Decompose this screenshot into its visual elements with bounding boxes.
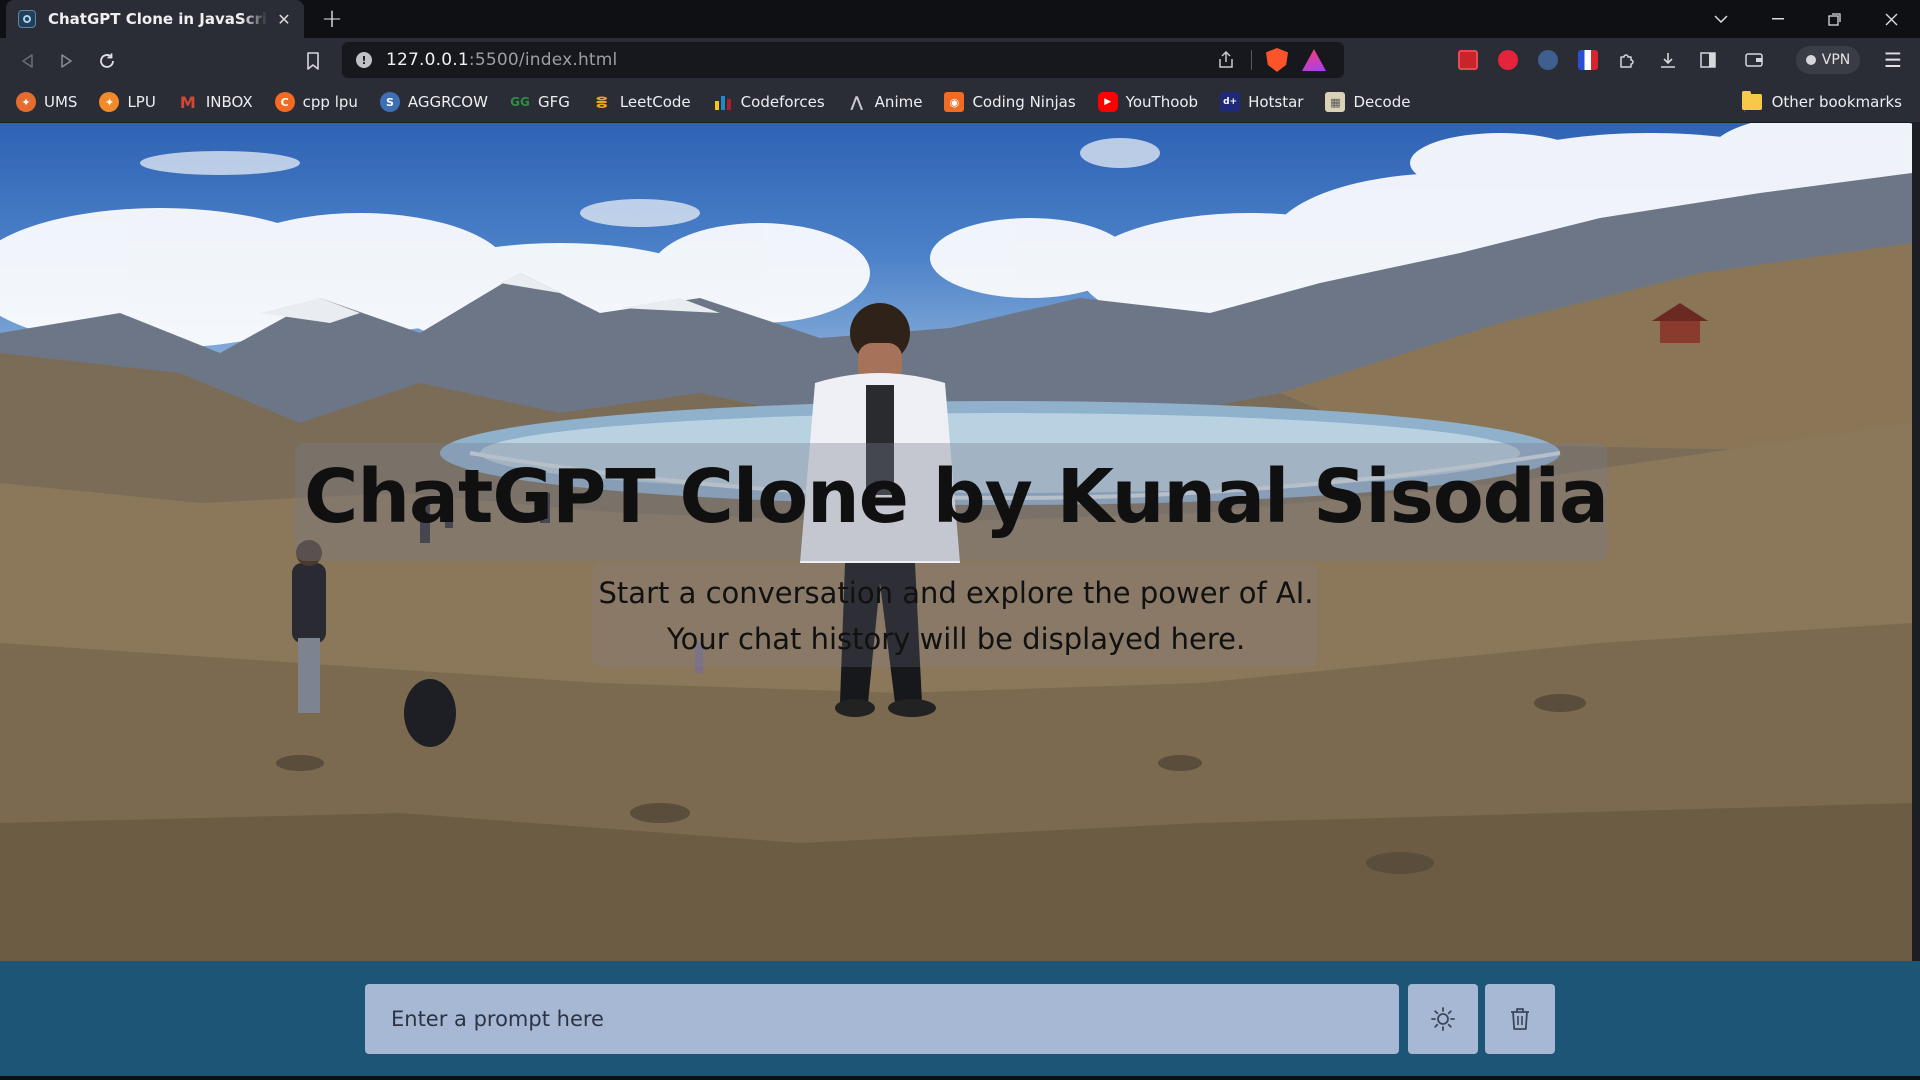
bookmark-ums[interactable]: ✦ UMS [16,82,77,122]
window-controls [1692,0,1920,38]
bookmark-cpp-lpu[interactable]: Ccpp lpu [274,82,358,122]
page-hero: ChatGPT Clone by Kunal Sisodia Start a c… [0,123,1912,961]
url-text: 127.0.0.1:5500/index.html [386,50,618,70]
address-bar[interactable]: ! 127.0.0.1:5500/index.html [342,42,1344,78]
youtube-icon: ▶ [1097,92,1118,112]
share-icon[interactable] [1215,49,1237,71]
close-window-icon[interactable] [1863,0,1920,38]
browser-window: ChatGPT Clone in JavaScript | CodingNepa… [0,0,1920,1080]
sidebar-toggle-icon[interactable] [1694,46,1722,74]
pdf-extension-icon[interactable] [1454,46,1482,74]
site-info-icon[interactable]: ! [356,52,372,68]
bookmark-gfg[interactable]: GG GFG [510,82,570,122]
bookmark-aggrcow[interactable]: S AGGRCOW [379,82,488,122]
bookmark-inbox[interactable]: M INBOX [178,82,253,122]
other-bookmarks[interactable]: Other bookmarks [1741,82,1902,122]
tab-search-chevron-icon[interactable] [1692,0,1749,38]
wallet-icon[interactable] [1740,46,1768,74]
lpu-icon: ✦ [99,92,120,112]
bookmark-page-icon[interactable] [300,48,326,74]
sun-icon [1431,1007,1455,1031]
restore-icon[interactable] [1806,0,1863,38]
page-subtitle-line-1: Start a conversation and explore the pow… [598,576,1314,610]
extensions-puzzle-icon[interactable] [1614,46,1642,74]
brave-shields-icon[interactable] [1266,48,1288,72]
decode-icon: ▦ [1325,92,1346,112]
close-tab-icon[interactable]: ✕ [274,9,294,29]
anime-icon: ⋀ [850,93,863,111]
folder-icon [1741,91,1762,110]
bookmark-anime[interactable]: ⋀ Anime [847,82,922,122]
delete-chats-button[interactable] [1485,984,1555,1054]
hotstar-icon: d+ [1220,92,1241,112]
menu-icon[interactable]: ☰ [1880,47,1906,73]
bookmark-lpu[interactable]: ✦ LPU [99,82,156,122]
back-icon[interactable] [14,48,40,74]
prompt-input[interactable] [365,984,1399,1054]
bookmark-youthoob[interactable]: ▶ YouThoob [1097,82,1198,122]
trash-icon [1511,1008,1529,1030]
bookmarks-bar: ✦ UMS ✦ LPU M INBOX Ccpp lpu S AGGRCOW GG GFG… [0,82,1920,123]
brave-rewards-icon[interactable] [1302,49,1326,71]
scrollbar-track[interactable] [1912,123,1920,961]
tab-favicon-icon [18,10,36,28]
vpn-label: VPN [1821,52,1851,68]
tab-strip: ChatGPT Clone in JavaScript | CodingNepa… [0,0,1920,38]
address-bar-actions [1215,48,1326,72]
codeforces-icon [713,92,733,112]
page-title: ChatGPT Clone by Kunal Sisodia [304,454,1609,540]
theme-toggle-button[interactable] [1408,984,1478,1054]
address-separator [1251,50,1252,70]
leetcode-icon: ⴻ [595,92,609,112]
cursor-extension-icon[interactable] [1534,46,1562,74]
forward-icon[interactable] [54,48,80,74]
bookmark-decode[interactable]: ▦ Decode [1325,82,1410,122]
spoj-icon: S [379,92,400,112]
vpn-status-icon [1805,55,1816,65]
vpn-button[interactable]: VPN [1796,46,1860,74]
download-icon[interactable] [1654,46,1682,74]
bookmark-hotstar[interactable]: d+ Hotstar [1220,82,1303,122]
navigation-toolbar: ! 127.0.0.1:5500/index.html VPN ☰ [0,38,1920,82]
bookmark-leetcode[interactable]: ⴻ LeetCode [592,82,690,122]
adblock-extension-icon[interactable] [1494,46,1522,74]
page-subtitle-line-2: Your chat history will be displayed here… [666,622,1246,656]
flag-extension-icon[interactable] [1574,46,1602,74]
ums-icon: ✦ [16,92,36,112]
tab-title: ChatGPT Clone in JavaScript | CodingNepa… [48,10,268,28]
gmail-icon: M [179,92,196,112]
cpp-icon: C [274,92,295,112]
prompt-container [0,961,1920,1080]
active-tab[interactable]: ChatGPT Clone in JavaScript | CodingNepa… [6,0,304,38]
window-bottom-edge [0,1076,1920,1080]
minimize-icon[interactable] [1749,0,1806,38]
extensions-area [1454,46,1768,74]
new-tab-button[interactable]: + [318,4,346,34]
reload-icon[interactable] [94,48,120,74]
bookmark-coding-ninjas[interactable]: ◉ Coding Ninjas [944,82,1076,122]
bookmark-list: ✦ UMS ✦ LPU M INBOX Ccpp lpu S AGGRCOW GG GFG… [16,82,1432,122]
codingninjas-icon: ◉ [944,92,965,112]
bookmark-codeforces[interactable]: Codeforces [713,82,825,122]
gfg-icon: GG [510,95,530,109]
